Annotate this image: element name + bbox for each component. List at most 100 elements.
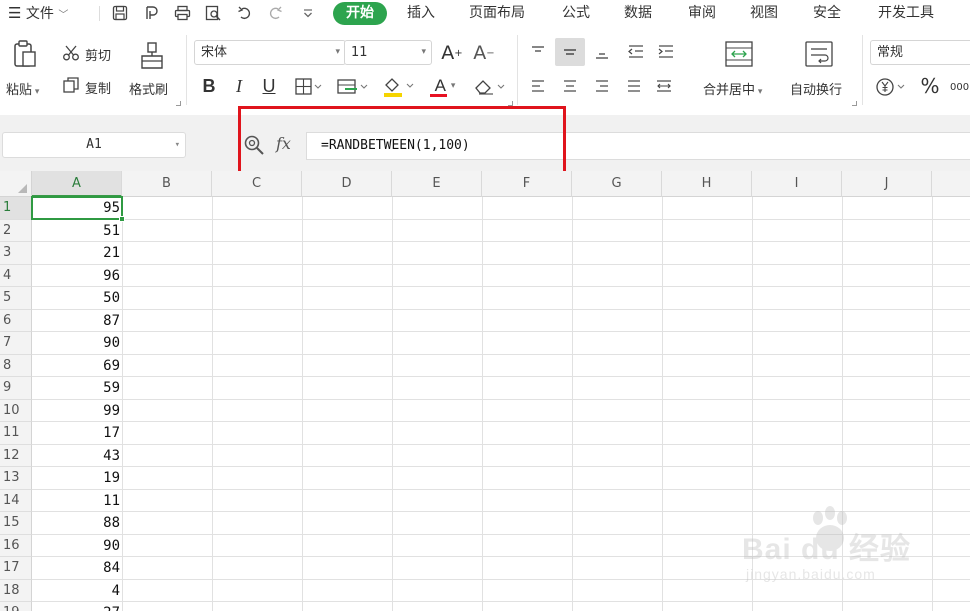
cell-a19[interactable]: 27: [32, 602, 120, 611]
row-header-8[interactable]: 8: [0, 354, 32, 377]
row-header-6[interactable]: 6: [0, 309, 32, 332]
cut-button[interactable]: 剪切: [85, 45, 111, 64]
row-header-13[interactable]: 13: [0, 467, 32, 490]
wrap-text-icon[interactable]: [802, 38, 836, 70]
cell-a17[interactable]: 84: [32, 557, 120, 580]
align-top-icon[interactable]: [526, 40, 550, 64]
paste-button[interactable]: 粘贴 ▾: [6, 79, 39, 98]
cell-a15[interactable]: 88: [32, 512, 120, 535]
font-size-select[interactable]: 11 ▾: [344, 40, 432, 65]
copy-icon[interactable]: [61, 76, 81, 94]
row-header-5[interactable]: 5: [0, 287, 32, 310]
cell-a2[interactable]: 51: [32, 220, 120, 243]
tab-home[interactable]: 开始: [333, 2, 387, 25]
row-header-11[interactable]: 11: [0, 422, 32, 445]
row-header-14[interactable]: 14: [0, 489, 32, 512]
align-bottom-icon[interactable]: [590, 40, 614, 64]
increase-font-size-icon[interactable]: A +: [440, 41, 464, 65]
row-header-1[interactable]: 1: [0, 197, 32, 220]
cell-a5[interactable]: 50: [32, 287, 120, 310]
row-header-9[interactable]: 9: [0, 377, 32, 400]
italic-button[interactable]: I: [228, 75, 250, 97]
underline-button[interactable]: U: [258, 75, 280, 97]
row-header-17[interactable]: 17: [0, 557, 32, 580]
cell-a4[interactable]: 96: [32, 265, 120, 288]
cell-a3[interactable]: 21: [32, 242, 120, 265]
distributed-align-icon[interactable]: [652, 74, 676, 98]
redo-icon[interactable]: [265, 3, 285, 23]
tab-insert[interactable]: 插入: [407, 0, 435, 27]
tab-page-layout[interactable]: 页面布局: [469, 0, 525, 27]
row-header-15[interactable]: 15: [0, 512, 32, 535]
format-painter-icon[interactable]: [137, 40, 167, 70]
row-header-4[interactable]: 4: [0, 264, 32, 287]
tab-security[interactable]: 安全: [813, 0, 841, 27]
column-header-b[interactable]: B: [122, 171, 212, 197]
row-header-7[interactable]: 7: [0, 332, 32, 355]
align-center-icon[interactable]: [558, 74, 582, 98]
file-menu[interactable]: ☰ 文件 ﹀: [8, 0, 68, 27]
merge-center-button[interactable]: 合并居中 ▾: [703, 79, 762, 98]
number-format-select[interactable]: 常规: [870, 40, 970, 65]
cell-a11[interactable]: 17: [32, 422, 120, 445]
cell-style-icon[interactable]: [336, 77, 370, 97]
tab-formulas[interactable]: 公式: [562, 0, 590, 27]
paste-icon[interactable]: [10, 38, 40, 70]
print-preview-icon[interactable]: [203, 3, 223, 23]
cell-a18[interactable]: 4: [32, 580, 120, 603]
name-box[interactable]: A1 ▾: [2, 132, 186, 158]
fill-color-icon[interactable]: [381, 75, 417, 99]
cell-a10[interactable]: 99: [32, 400, 120, 423]
cell-a14[interactable]: 11: [32, 490, 120, 513]
column-header-h[interactable]: H: [662, 171, 752, 197]
undo-icon[interactable]: [235, 3, 255, 23]
cell-a13[interactable]: 19: [32, 467, 120, 490]
currency-format-icon[interactable]: [874, 75, 908, 99]
column-header-a[interactable]: A: [32, 171, 122, 197]
tab-review[interactable]: 审阅: [688, 0, 716, 27]
export-pdf-icon[interactable]: [141, 3, 161, 23]
row-header-12[interactable]: 12: [0, 444, 32, 467]
tab-view[interactable]: 视图: [750, 0, 778, 27]
cell-a9[interactable]: 59: [32, 377, 120, 400]
align-right-icon[interactable]: [590, 74, 614, 98]
save-icon[interactable]: [110, 3, 130, 23]
cell-a6[interactable]: 87: [32, 310, 120, 333]
copy-button[interactable]: 复制: [85, 78, 111, 97]
row-header-19[interactable]: 19: [0, 602, 32, 611]
bold-button[interactable]: B: [198, 75, 220, 97]
decrease-font-size-icon[interactable]: A −: [472, 41, 496, 65]
column-header-c[interactable]: C: [212, 171, 302, 197]
merge-center-icon[interactable]: [722, 38, 756, 70]
cut-icon[interactable]: [61, 44, 81, 62]
print-icon[interactable]: [172, 3, 192, 23]
tab-data[interactable]: 数据: [624, 0, 652, 27]
decrease-indent-icon[interactable]: [624, 40, 648, 64]
fill-handle[interactable]: [119, 216, 125, 222]
borders-icon[interactable]: [294, 77, 324, 97]
column-header-j[interactable]: J: [842, 171, 932, 197]
row-header-2[interactable]: 2: [0, 219, 32, 242]
tab-developer[interactable]: 开发工具: [878, 0, 934, 27]
font-name-select[interactable]: 宋体 ▾: [194, 40, 346, 65]
align-middle-icon[interactable]: [555, 38, 585, 66]
percent-style-button[interactable]: %: [918, 75, 942, 97]
row-header-10[interactable]: 10: [0, 399, 32, 422]
column-header-e[interactable]: E: [392, 171, 482, 197]
column-header-g[interactable]: G: [572, 171, 662, 197]
clipboard-dialog-launcher[interactable]: [176, 101, 181, 106]
wrap-text-button[interactable]: 自动换行: [790, 79, 842, 98]
column-header-d[interactable]: D: [302, 171, 392, 197]
align-left-icon[interactable]: [526, 74, 550, 98]
row-header-16[interactable]: 16: [0, 534, 32, 557]
clear-format-icon[interactable]: [472, 76, 508, 98]
thousands-separator-icon[interactable]: 000: [950, 75, 970, 99]
row-header-3[interactable]: 3: [0, 242, 32, 265]
row-header-18[interactable]: 18: [0, 579, 32, 602]
font-color-button[interactable]: A ▾: [427, 73, 463, 99]
alignment-dialog-launcher[interactable]: [852, 101, 857, 106]
increase-indent-icon[interactable]: [654, 40, 678, 64]
column-header-f[interactable]: F: [482, 171, 572, 197]
justify-icon[interactable]: [622, 74, 646, 98]
cell-a7[interactable]: 90: [32, 332, 120, 355]
